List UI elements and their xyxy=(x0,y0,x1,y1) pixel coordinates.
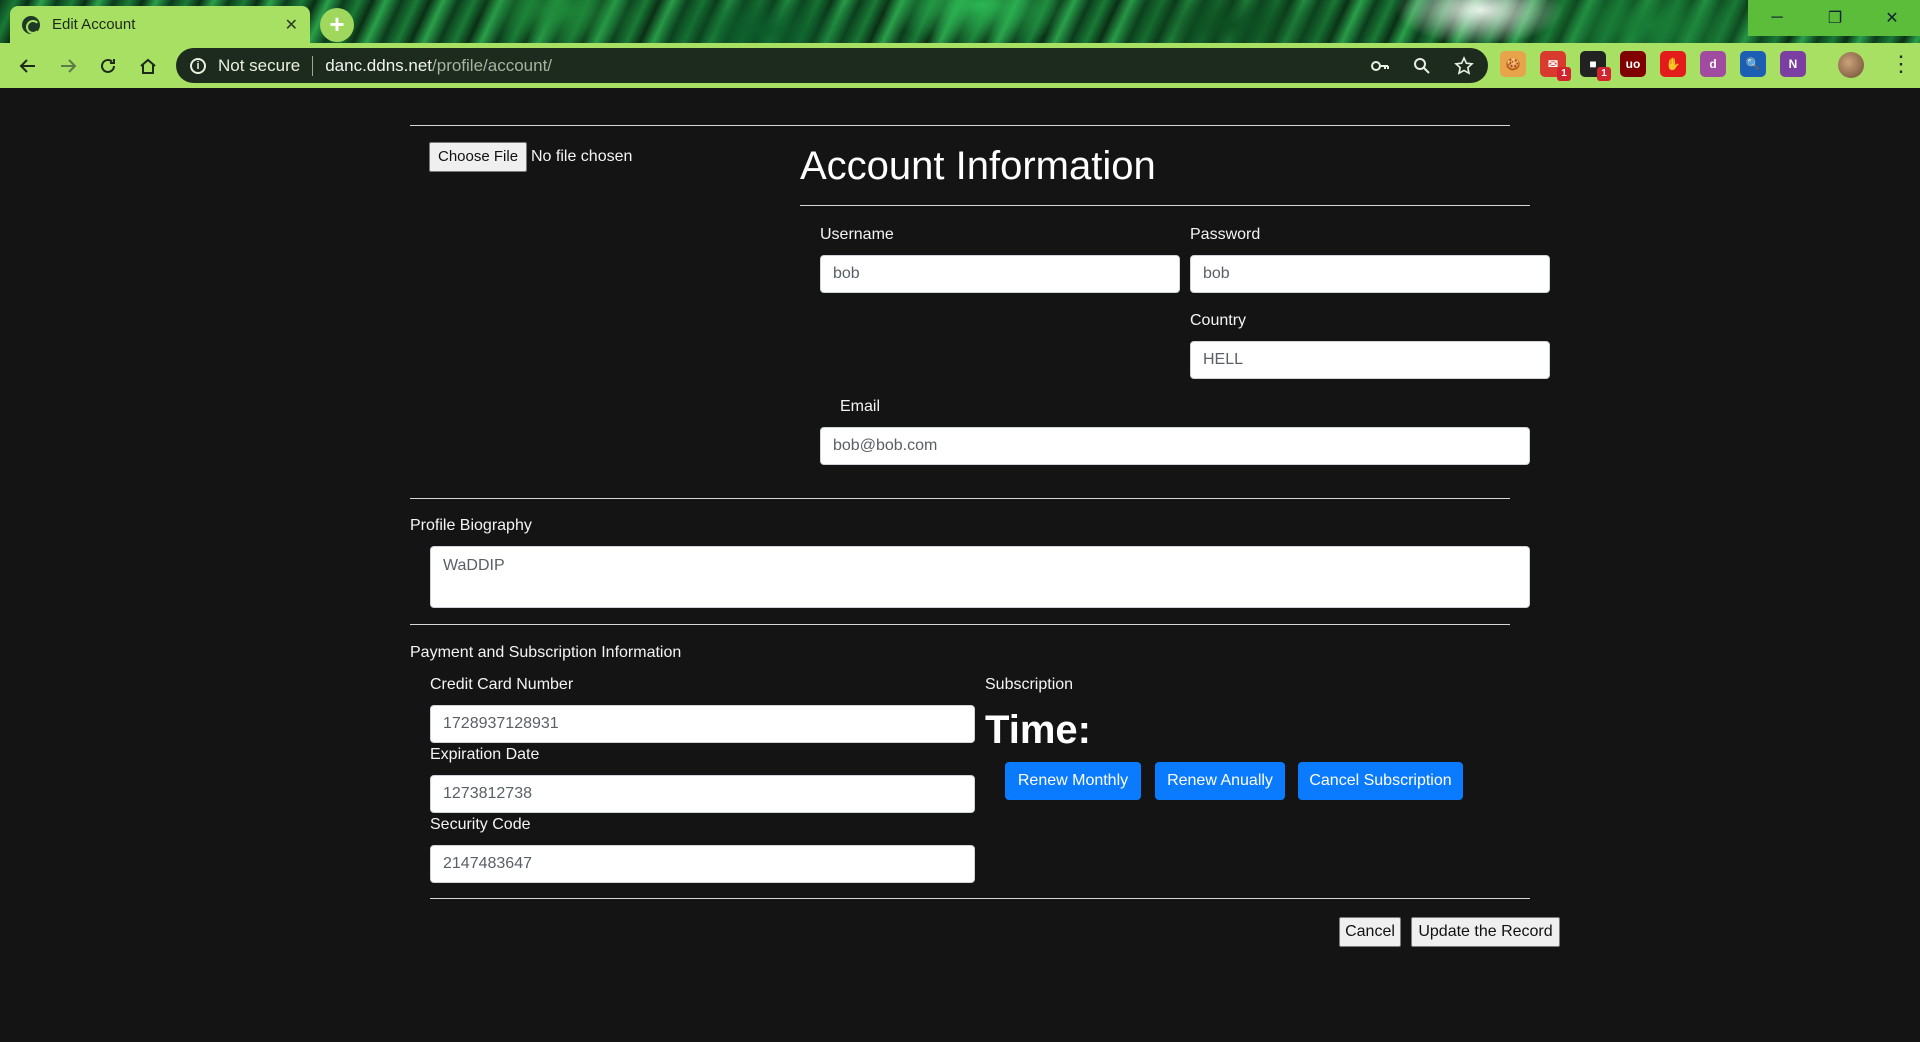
forward-arrow-icon[interactable] xyxy=(48,46,88,86)
close-window-button[interactable]: ✕ xyxy=(1864,0,1920,36)
update-record-button[interactable]: Update the Record xyxy=(1411,917,1560,947)
subscription-label: Subscription xyxy=(985,676,1074,693)
url-host: danc.ddns.net xyxy=(325,55,433,75)
url-path: /profile/account/ xyxy=(432,55,553,75)
browser-toolbar: i Not secure danc.ddns.net/profile/accou… xyxy=(0,43,1920,88)
divider-heading xyxy=(800,205,1530,206)
time-heading: Time: xyxy=(985,708,1091,752)
omnibox-divider xyxy=(312,55,314,76)
divider-biography xyxy=(410,624,1510,625)
renew-annually-button[interactable]: Renew Anually xyxy=(1155,762,1285,800)
username-label: Username xyxy=(820,226,894,243)
divider-payment xyxy=(430,898,1530,899)
divider-top xyxy=(410,125,1510,126)
payment-section-label: Payment and Subscription Information xyxy=(410,644,682,661)
expiration-date-label: Expiration Date xyxy=(430,746,540,763)
onenote-extension-icon[interactable]: N xyxy=(1780,51,1806,77)
account-information-heading: Account Information xyxy=(800,144,1156,188)
password-label: Password xyxy=(1190,226,1261,243)
tab-title: Edit Account xyxy=(52,16,136,33)
zoom-icon[interactable] xyxy=(1412,56,1432,76)
country-label: Country xyxy=(1190,312,1247,329)
country-input[interactable]: HELL xyxy=(1190,341,1550,379)
cancel-button[interactable]: Cancel xyxy=(1339,917,1401,947)
chat-extension-icon[interactable]: ■ 1 xyxy=(1580,51,1611,81)
minimize-window-button[interactable]: ─ xyxy=(1748,0,1806,36)
email-input[interactable]: bob@bob.com xyxy=(820,427,1530,465)
search-extension-icon[interactable]: 🔍 xyxy=(1740,51,1766,77)
username-input[interactable]: bob xyxy=(820,255,1180,293)
email-label: Email xyxy=(840,398,881,415)
page-content: Choose File No file chosen Account Infor… xyxy=(0,88,1920,1042)
reload-icon[interactable] xyxy=(88,46,128,86)
d-extension-icon[interactable]: d xyxy=(1700,51,1726,77)
cookie-extension-icon[interactable]: 🍪 xyxy=(1500,51,1526,77)
menu-kebab-icon[interactable]: ⋮ xyxy=(1890,51,1912,77)
renew-monthly-button[interactable]: Renew Monthly xyxy=(1005,762,1141,800)
security-code-label: Security Code xyxy=(430,816,531,833)
notification-badge: 1 xyxy=(1557,67,1571,81)
globe-icon xyxy=(22,15,40,34)
notification-badge: 1 xyxy=(1597,67,1611,81)
new-tab-button[interactable]: + xyxy=(320,8,354,42)
cancel-subscription-button[interactable]: Cancel Subscription xyxy=(1298,762,1463,800)
profile-biography-textarea[interactable]: WaDDIP xyxy=(430,546,1530,608)
bookmark-star-icon[interactable] xyxy=(1454,55,1474,76)
security-status: Not secure xyxy=(218,55,301,75)
browser-titlebar: Edit Account ✕ + ─ ❐ ✕ xyxy=(0,0,1920,43)
choose-file-button[interactable]: Choose File xyxy=(429,142,528,172)
file-status-text: No file chosen xyxy=(531,148,633,165)
password-input[interactable]: bob xyxy=(1190,255,1550,293)
ublock-extension-icon[interactable]: uo xyxy=(1620,51,1646,77)
restore-window-button[interactable]: ❐ xyxy=(1806,0,1864,36)
divider-account xyxy=(410,498,1510,499)
credit-card-input[interactable]: 1728937128931 xyxy=(430,705,975,743)
back-arrow-icon[interactable] xyxy=(8,46,48,86)
info-icon[interactable]: i xyxy=(190,57,206,74)
browser-tab-edit-account[interactable]: Edit Account ✕ xyxy=(10,6,310,43)
key-icon[interactable] xyxy=(1370,56,1390,76)
profile-avatar[interactable] xyxy=(1838,52,1864,78)
mail-extension-icon[interactable]: ✉ 1 xyxy=(1540,51,1571,81)
adblock-extension-icon[interactable]: ✋ xyxy=(1660,51,1686,77)
profile-biography-label: Profile Biography xyxy=(410,517,532,534)
home-icon[interactable] xyxy=(128,46,168,86)
address-bar[interactable]: i Not secure danc.ddns.net/profile/accou… xyxy=(176,48,1488,83)
extensions-row: 🍪 ✉ 1 ■ 1 uo ✋ d 🔍 N xyxy=(1500,51,1806,81)
security-code-input[interactable]: 2147483647 xyxy=(430,845,975,883)
expiration-date-input[interactable]: 1273812738 xyxy=(430,775,975,813)
close-tab-icon[interactable]: ✕ xyxy=(285,15,298,35)
credit-card-label: Credit Card Number xyxy=(430,676,574,693)
